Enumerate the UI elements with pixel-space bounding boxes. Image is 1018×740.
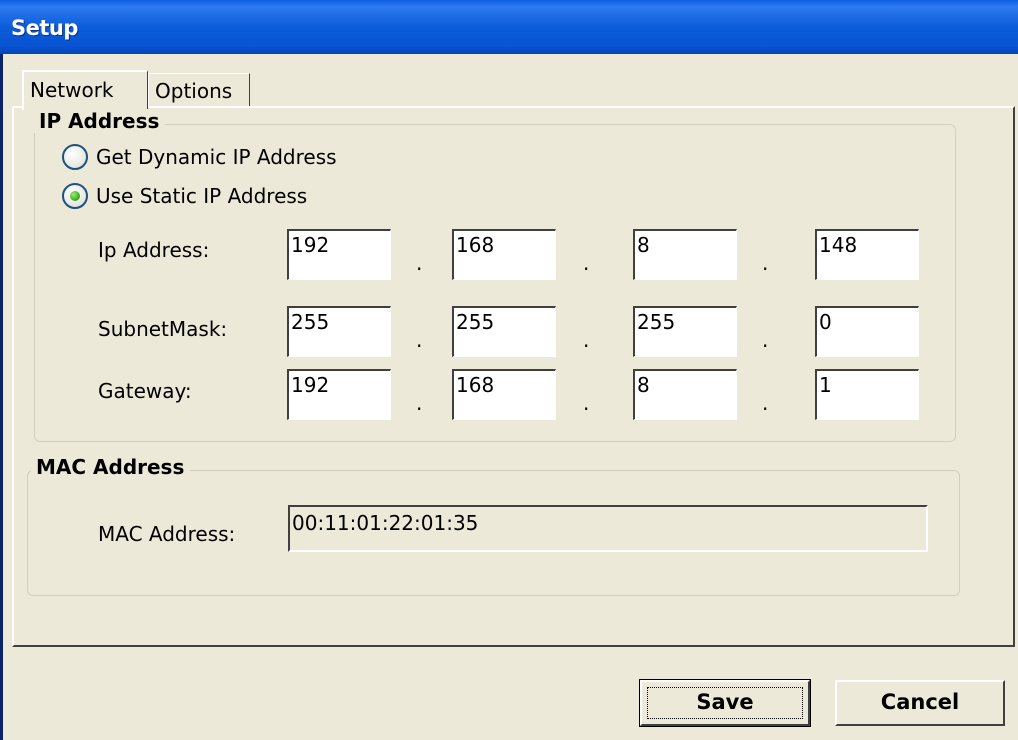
gateway-separator: . xyxy=(416,391,423,415)
ip-octet-4-input[interactable]: 148 xyxy=(815,229,919,280)
radio-checked-icon[interactable] xyxy=(62,183,88,209)
cancel-button-label: Cancel xyxy=(880,690,960,714)
ip-separator: . xyxy=(762,251,769,275)
gateway-octet-4-input[interactable]: 1 xyxy=(815,369,919,420)
ip-separator: . xyxy=(583,251,590,275)
mac-address-field: 00:11:01:22:01:35 xyxy=(288,505,928,552)
tab-network-label: Network xyxy=(30,78,114,102)
window-title: Setup xyxy=(11,16,78,40)
save-button[interactable]: Save xyxy=(639,679,811,727)
title-bar[interactable]: Setup xyxy=(0,0,1018,54)
ip-address-group-title: IP Address xyxy=(34,109,166,133)
focus-rectangle xyxy=(647,687,803,719)
tab-network[interactable]: Network xyxy=(22,70,148,110)
ip-address-label: Ip Address: xyxy=(98,238,210,262)
ip-octet-2-input[interactable]: 168 xyxy=(452,229,556,280)
subnet-octet-1-input[interactable]: 255 xyxy=(287,306,391,357)
ip-octet-3-input[interactable]: 8 xyxy=(633,229,737,280)
subnet-mask-label: SubnetMask: xyxy=(98,317,228,341)
ip-octet-1-input[interactable]: 192 xyxy=(287,229,391,280)
radio-static-ip-label: Use Static IP Address xyxy=(96,184,308,208)
gateway-octet-3-input[interactable]: 8 xyxy=(633,369,737,420)
subnet-octet-4-input[interactable]: 0 xyxy=(815,306,919,357)
tab-options-label: Options xyxy=(155,79,233,103)
radio-dot-icon xyxy=(70,191,80,201)
ip-separator: . xyxy=(416,251,423,275)
subnet-separator: . xyxy=(416,328,423,352)
tab-options[interactable]: Options xyxy=(148,73,250,107)
radio-unchecked-icon[interactable] xyxy=(62,144,88,170)
subnet-octet-3-input[interactable]: 255 xyxy=(633,306,737,357)
subnet-separator: . xyxy=(583,328,590,352)
radio-static-ip[interactable]: Use Static IP Address xyxy=(62,181,307,211)
radio-dynamic-ip[interactable]: Get Dynamic IP Address xyxy=(62,142,337,172)
gateway-separator: . xyxy=(583,391,590,415)
subnet-separator: . xyxy=(762,328,769,352)
gateway-label: Gateway: xyxy=(98,379,192,403)
radio-dynamic-ip-label: Get Dynamic IP Address xyxy=(96,145,337,169)
gateway-octet-2-input[interactable]: 168 xyxy=(452,369,556,420)
mac-address-group-title: MAC Address xyxy=(31,455,191,479)
cancel-button[interactable]: Cancel xyxy=(835,680,1005,726)
gateway-separator: . xyxy=(762,391,769,415)
gateway-octet-1-input[interactable]: 192 xyxy=(287,369,391,420)
mac-address-label: MAC Address: xyxy=(98,522,236,546)
subnet-octet-2-input[interactable]: 255 xyxy=(452,306,556,357)
